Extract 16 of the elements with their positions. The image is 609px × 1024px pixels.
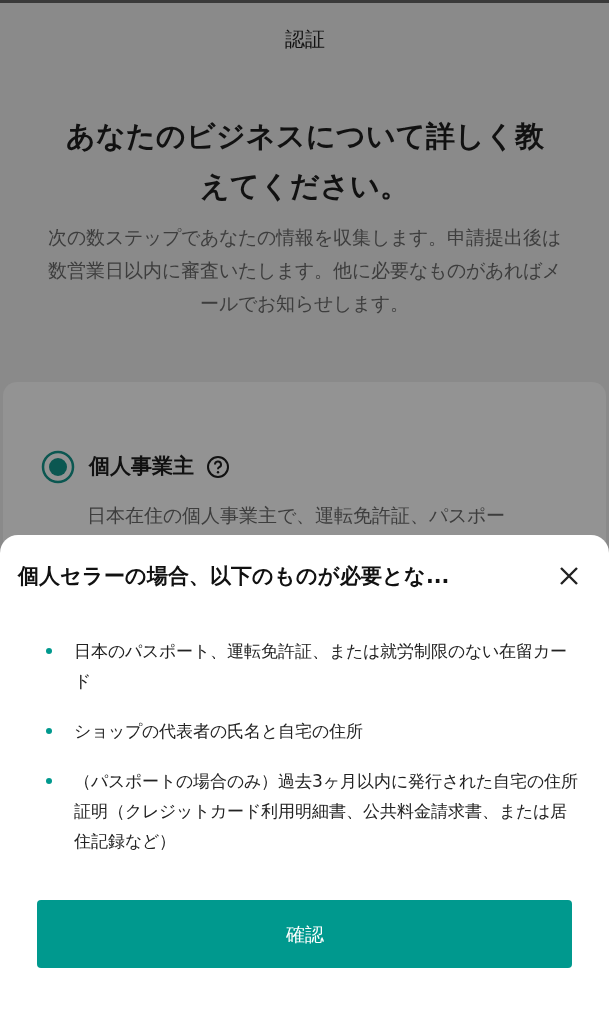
- requirement-text: ショップの代表者の氏名と自宅の住所: [74, 719, 363, 743]
- option-description: 日本在住の個人事業主で、運転免許証、パスポー: [86, 504, 506, 528]
- intro-text: 次の数ステップであなたの情報を収集します。申請提出後は数営業日以内に審査いたします。他に必要なものがあればメールでお知らせします。: [47, 226, 562, 316]
- confirm-button[interactable]: 確認: [37, 900, 572, 968]
- close-icon[interactable]: [559, 566, 579, 587]
- heading: あなたのビジネスについて詳しく教えてください。: [64, 118, 545, 205]
- bullet-icon: [46, 647, 52, 654]
- bullet-icon: [46, 727, 52, 734]
- bullet-icon: [46, 777, 52, 784]
- page-title: 認証: [284, 26, 325, 53]
- requirement-text: 日本のパスポート、運転免許証、または就労制限のない在留カード: [74, 639, 568, 693]
- radio-button[interactable]: [41, 450, 75, 484]
- option-label: 個人事業主: [89, 453, 194, 481]
- requirement-text: （パスポートの場合のみ）過去3ヶ月以内に発行された自宅の住所証明（クレジットカード利用明細書、公共料金請求書、または居住記録など）: [74, 769, 579, 853]
- sheet-title: 個人セラーの場合、以下のものが必要とな...: [18, 563, 450, 590]
- help-icon[interactable]: [206, 455, 230, 479]
